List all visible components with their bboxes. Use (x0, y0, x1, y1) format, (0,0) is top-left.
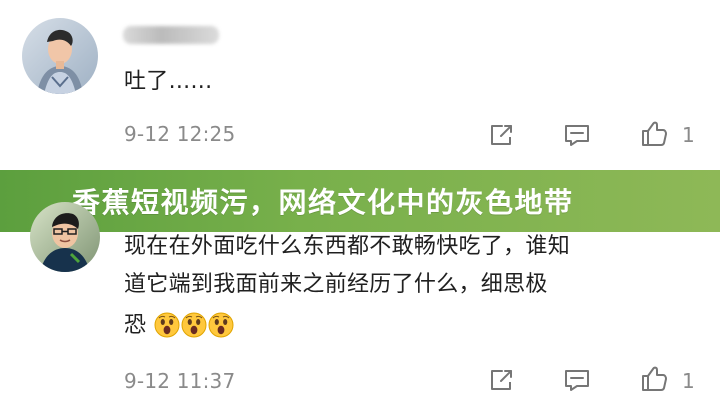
username-obscured (123, 26, 219, 44)
comment-text: 吐了...... (124, 69, 213, 94)
emoji-group (154, 312, 234, 338)
share-button[interactable] (488, 121, 518, 149)
comment-timestamp: 9-12 11:37 (124, 369, 236, 393)
avatar[interactable] (22, 18, 98, 94)
like-button[interactable] (637, 118, 671, 150)
shocked-face-icon (208, 312, 234, 338)
article-title-banner: 香蕉短视频污，网络文化中的灰色地带 (0, 170, 720, 232)
like-count: 1 (682, 369, 695, 393)
comment-icon (565, 125, 589, 146)
comment-text-line-3: 恐 (124, 313, 147, 338)
comment-button[interactable] (562, 366, 592, 394)
shocked-face-icon (154, 312, 180, 338)
like-button[interactable] (637, 363, 671, 395)
share-icon (491, 370, 512, 390)
comment-button[interactable] (562, 121, 592, 149)
avatar-image (22, 18, 98, 94)
share-icon (491, 125, 512, 145)
comment-icon (565, 370, 589, 391)
avatar-image (30, 202, 100, 272)
comment-text-line-1: 现在在外面吃什么东西都不敢畅快吃了，谁知 (124, 234, 571, 259)
comment-item-1: 吐了...... 9-12 12:25 1 (0, 0, 720, 170)
shocked-face-icon (181, 312, 207, 338)
like-icon (642, 366, 667, 391)
like-count: 1 (682, 123, 695, 147)
share-button[interactable] (488, 366, 518, 394)
like-icon (642, 121, 667, 146)
comment-timestamp: 9-12 12:25 (124, 122, 236, 146)
avatar[interactable] (30, 202, 100, 272)
comment-item-2: 现在在外面吃什么东西都不敢畅快吃了，谁知 道它端到我面前来之前经历了什么，细思极… (0, 202, 720, 403)
comment-text-line-2: 道它端到我面前来之前经历了什么，细思极 (124, 272, 548, 297)
